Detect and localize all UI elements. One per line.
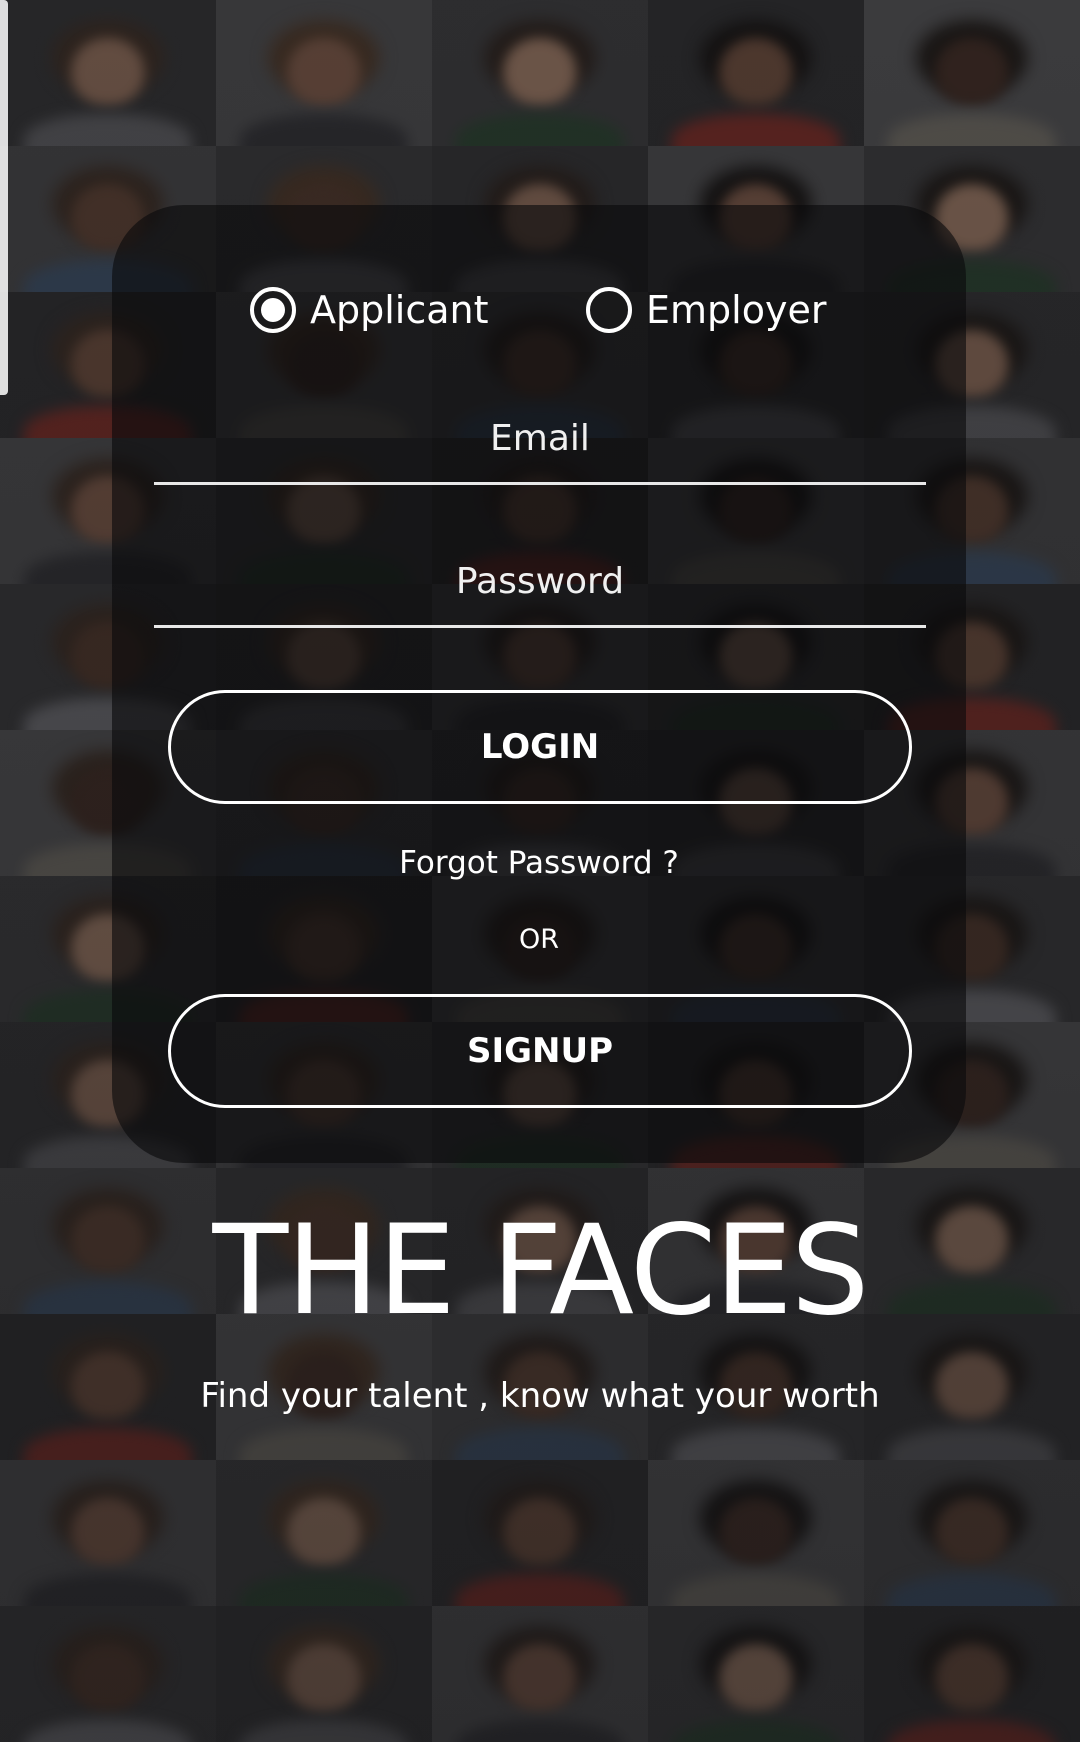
app-tagline: Find your talent , know what your worth	[200, 1376, 880, 1416]
login-button[interactable]: LOGIN	[168, 690, 912, 804]
forgot-password-link[interactable]: Forgot Password ?	[112, 845, 966, 881]
or-divider-text: OR	[518, 924, 559, 955]
login-card: Applicant Employer LOGIN Forgot Password…	[112, 205, 966, 1163]
edge-scroll-indicator	[0, 0, 8, 395]
password-input[interactable]	[154, 538, 926, 624]
radio-selected-icon[interactable]	[250, 287, 296, 333]
employer-radio[interactable]: Employer	[586, 275, 826, 345]
applicant-label: Applicant	[310, 288, 489, 332]
email-input[interactable]	[154, 395, 926, 481]
email-field-container	[154, 395, 926, 485]
role-radio-group: Applicant Employer	[112, 275, 966, 345]
applicant-radio[interactable]: Applicant	[250, 275, 489, 345]
signup-button[interactable]: SIGNUP	[168, 994, 912, 1108]
app-title: THE FACES	[212, 1199, 870, 1343]
password-field-container	[154, 538, 926, 628]
employer-label: Employer	[646, 288, 827, 332]
radio-unselected-icon[interactable]	[586, 287, 632, 333]
